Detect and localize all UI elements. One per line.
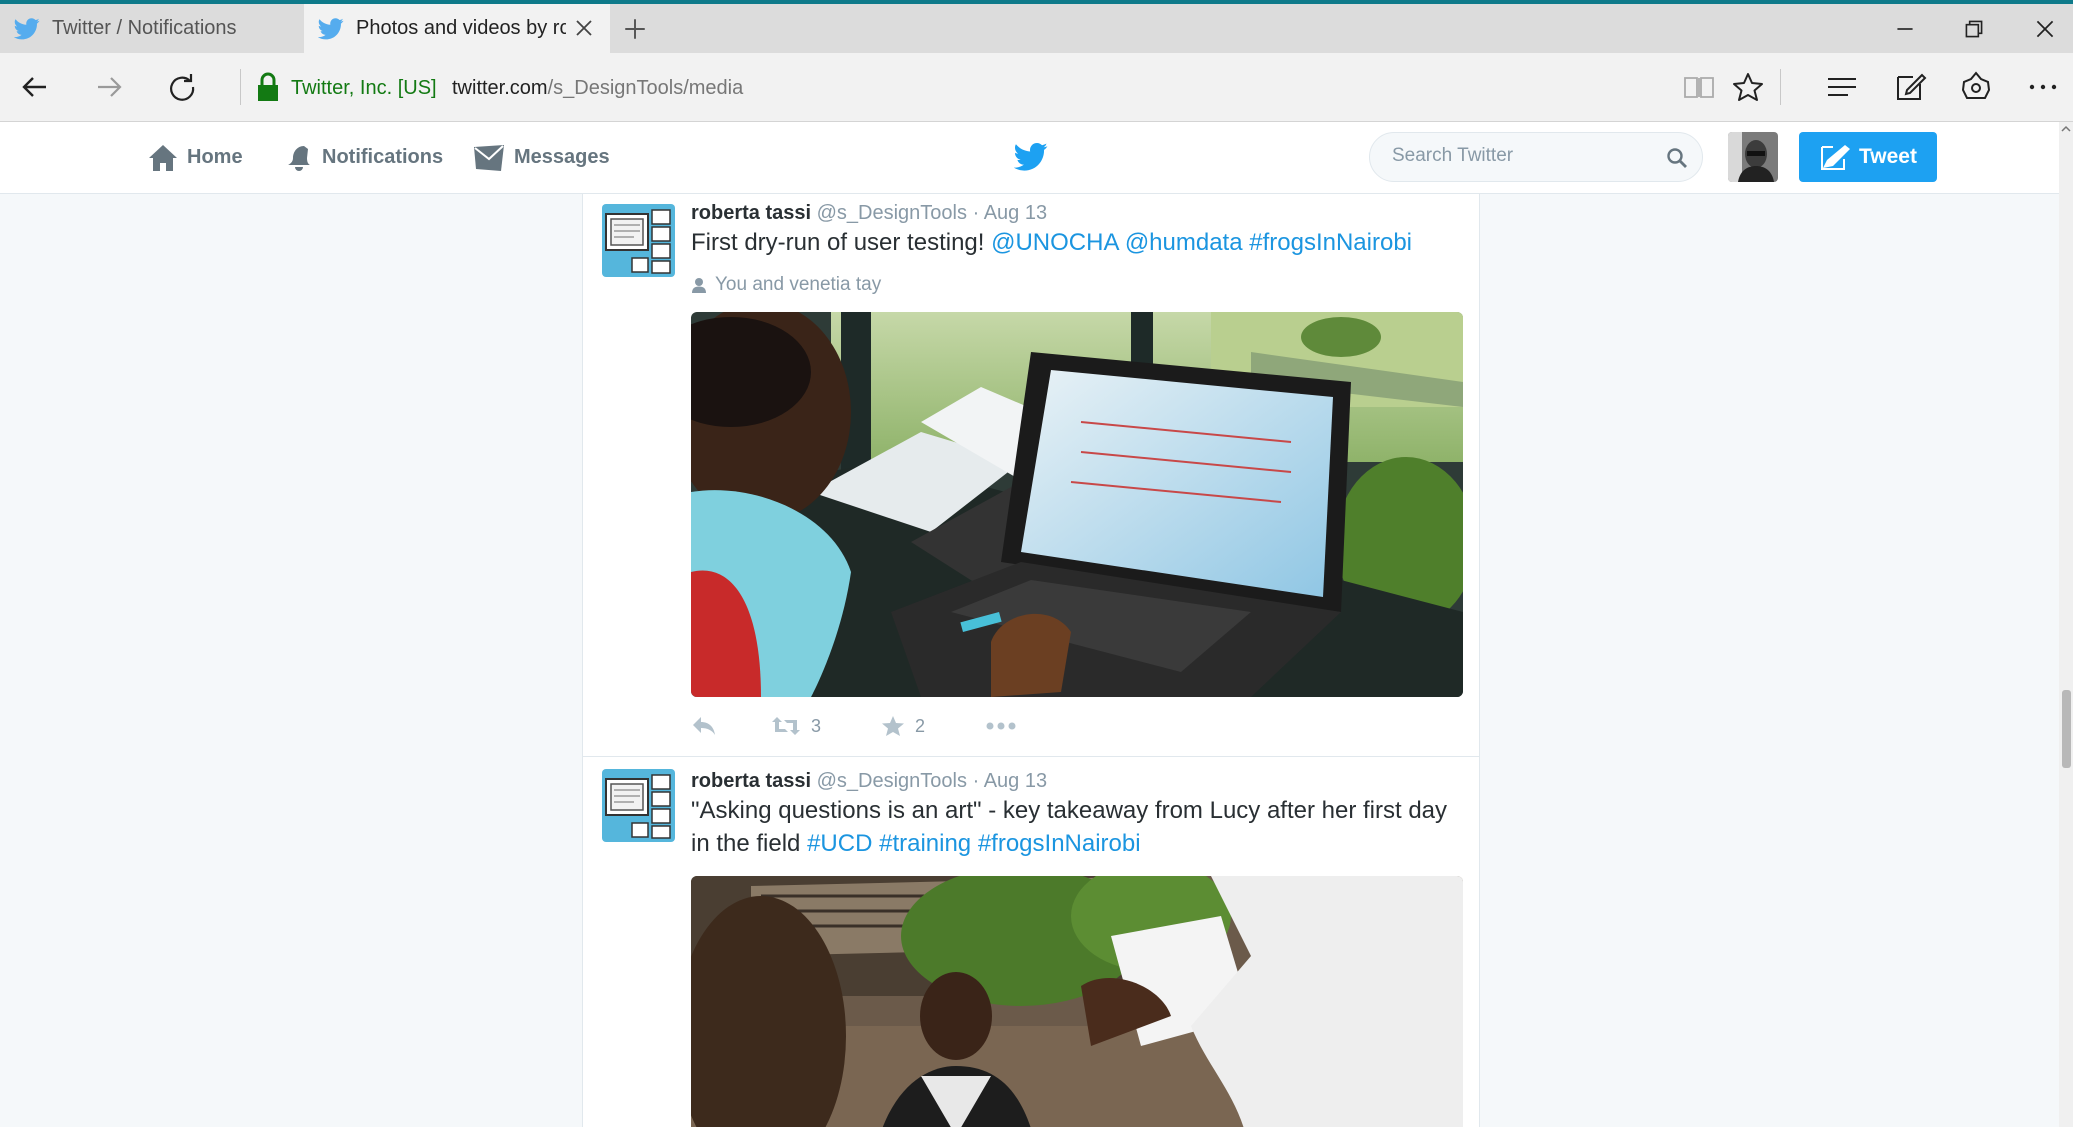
hub-icon[interactable] (1825, 70, 1859, 104)
tweet-header: roberta tassi @s_DesignTools · Aug 13 (691, 202, 1047, 225)
tab-title: Twitter / Notifications (52, 17, 237, 39)
toolbar-separator (1780, 69, 1781, 105)
more-action[interactable] (985, 715, 1027, 737)
tweet-author-handle[interactable]: @s_DesignTools (817, 202, 967, 224)
tweet-avatar[interactable] (602, 769, 675, 842)
twitter-top-nav: Home Notifications Messages Tweet (0, 122, 2073, 194)
tweet-text-segment (971, 830, 978, 857)
bell-icon (288, 145, 310, 171)
search-icon[interactable] (1666, 147, 1688, 169)
url-host: twitter.com (452, 77, 548, 99)
tweet-text: First dry-run of user testing! @UNOCHA @… (691, 226, 1471, 259)
search-input[interactable] (1390, 144, 1654, 168)
tab-title: Photos and videos by rc (356, 17, 566, 39)
url-path: /s_DesignTools/media (547, 77, 744, 99)
person-icon (692, 278, 706, 293)
tweet-button-label: Tweet (1859, 145, 1917, 168)
avatar-photo (1728, 132, 1778, 182)
nav-home-label: Home (187, 146, 243, 168)
address-separator (240, 69, 241, 105)
star-icon (882, 716, 904, 736)
hashtag-link[interactable]: #frogsInNairobi (978, 830, 1141, 857)
url-field[interactable]: twitter.com/s_DesignTools/media (452, 77, 743, 100)
tweet[interactable]: roberta tassi @s_DesignTools · Aug 13 "A… (583, 757, 1479, 1127)
mention-link[interactable]: @UNOCHA (991, 229, 1118, 256)
home-icon (149, 144, 177, 171)
tweet-button[interactable]: Tweet (1799, 132, 1937, 182)
tweet-text-segment (1118, 229, 1125, 256)
restore-icon[interactable] (1961, 16, 1987, 42)
tweet-avatar[interactable] (602, 204, 675, 277)
lock-icon[interactable] (255, 71, 281, 103)
forward-arrow-icon[interactable] (92, 70, 126, 104)
hashtag-link[interactable]: #frogsInNairobi (1249, 229, 1412, 256)
tweet-text-segment: First dry-run of user testing! (691, 229, 992, 256)
tweet-media-photo[interactable] (691, 876, 1463, 1127)
design-tools-logo (602, 769, 675, 842)
reply-action[interactable] (691, 715, 727, 737)
web-note-icon[interactable] (1893, 70, 1927, 104)
certificate-label[interactable]: Twitter, Inc. [US] (291, 77, 437, 100)
tweet-context-text[interactable]: You and venetia tay (715, 274, 881, 296)
separator-dot: · (972, 770, 980, 792)
retweet-icon (772, 717, 800, 735)
user-avatar[interactable] (1728, 132, 1778, 182)
hashtag-link[interactable]: #UCD (807, 830, 872, 857)
minimize-icon[interactable] (1892, 16, 1918, 42)
timeline: roberta tassi @s_DesignTools · Aug 13 Fi… (582, 194, 1480, 1127)
hashtag-link[interactable]: #training (879, 830, 971, 857)
tab-twitter-notifications[interactable]: Twitter / Notifications (0, 4, 304, 53)
tweet-text: "Asking questions is an art" - key takea… (691, 794, 1471, 860)
tweet-author-handle[interactable]: @s_DesignTools (817, 770, 967, 792)
tweet-author-name[interactable]: roberta tassi (691, 770, 811, 792)
close-window-icon[interactable] (2032, 16, 2058, 42)
search-box (1369, 132, 1703, 182)
reply-icon (693, 717, 715, 735)
separator-dot: · (972, 202, 980, 224)
like-count: 2 (915, 715, 926, 736)
tweet[interactable]: roberta tassi @s_DesignTools · Aug 13 Fi… (583, 194, 1479, 757)
more-options-icon[interactable] (2026, 70, 2060, 104)
compose-feather-icon (1821, 145, 1851, 170)
scroll-up-arrow-icon[interactable] (2061, 124, 2071, 134)
tab-photos-and-videos[interactable]: Photos and videos by rc (304, 4, 610, 53)
scrollbar-thumb[interactable] (2062, 690, 2071, 768)
tweet-context: You and venetia tay (691, 274, 881, 296)
mention-link[interactable]: @humdata (1125, 229, 1243, 256)
page-scrollbar[interactable] (2059, 122, 2073, 1127)
design-tools-logo (602, 204, 675, 277)
like-action[interactable]: 2 (881, 715, 925, 737)
nav-notifications[interactable]: Notifications (284, 122, 443, 193)
address-bar: Twitter, Inc. [US] twitter.com/s_DesignT… (0, 53, 2073, 122)
refresh-icon[interactable] (165, 70, 199, 104)
share-icon[interactable] (1959, 70, 1993, 104)
tweet-media-photo[interactable] (691, 312, 1463, 697)
nav-messages[interactable]: Messages (472, 122, 610, 193)
tweet-timestamp[interactable]: Aug 13 (984, 770, 1047, 792)
twitter-bird-icon[interactable] (1014, 142, 1048, 172)
retweet-action[interactable]: 3 (771, 715, 821, 737)
tab-strip: Twitter / Notifications Photos and video… (0, 4, 2073, 53)
tweet-author-name[interactable]: roberta tassi (691, 202, 811, 224)
nav-home[interactable]: Home (147, 122, 243, 193)
new-tab-icon[interactable] (622, 16, 648, 42)
tweet-header: roberta tassi @s_DesignTools · Aug 13 (691, 770, 1047, 793)
laptop-user-photo (691, 312, 1463, 697)
twitter-bird-icon (318, 17, 344, 39)
reading-view-icon[interactable] (1682, 70, 1716, 104)
field-interview-photo (691, 876, 1463, 1127)
retweet-count: 3 (811, 715, 822, 736)
tweet-timestamp[interactable]: Aug 13 (984, 202, 1047, 224)
more-dots-icon (986, 722, 1016, 730)
nav-notifications-label: Notifications (322, 146, 444, 168)
twitter-bird-icon (14, 17, 40, 39)
envelope-icon (474, 144, 504, 171)
back-arrow-icon[interactable] (18, 70, 52, 104)
favorite-star-icon[interactable] (1731, 70, 1765, 104)
nav-messages-label: Messages (514, 146, 610, 168)
close-tab-icon[interactable] (572, 16, 596, 40)
